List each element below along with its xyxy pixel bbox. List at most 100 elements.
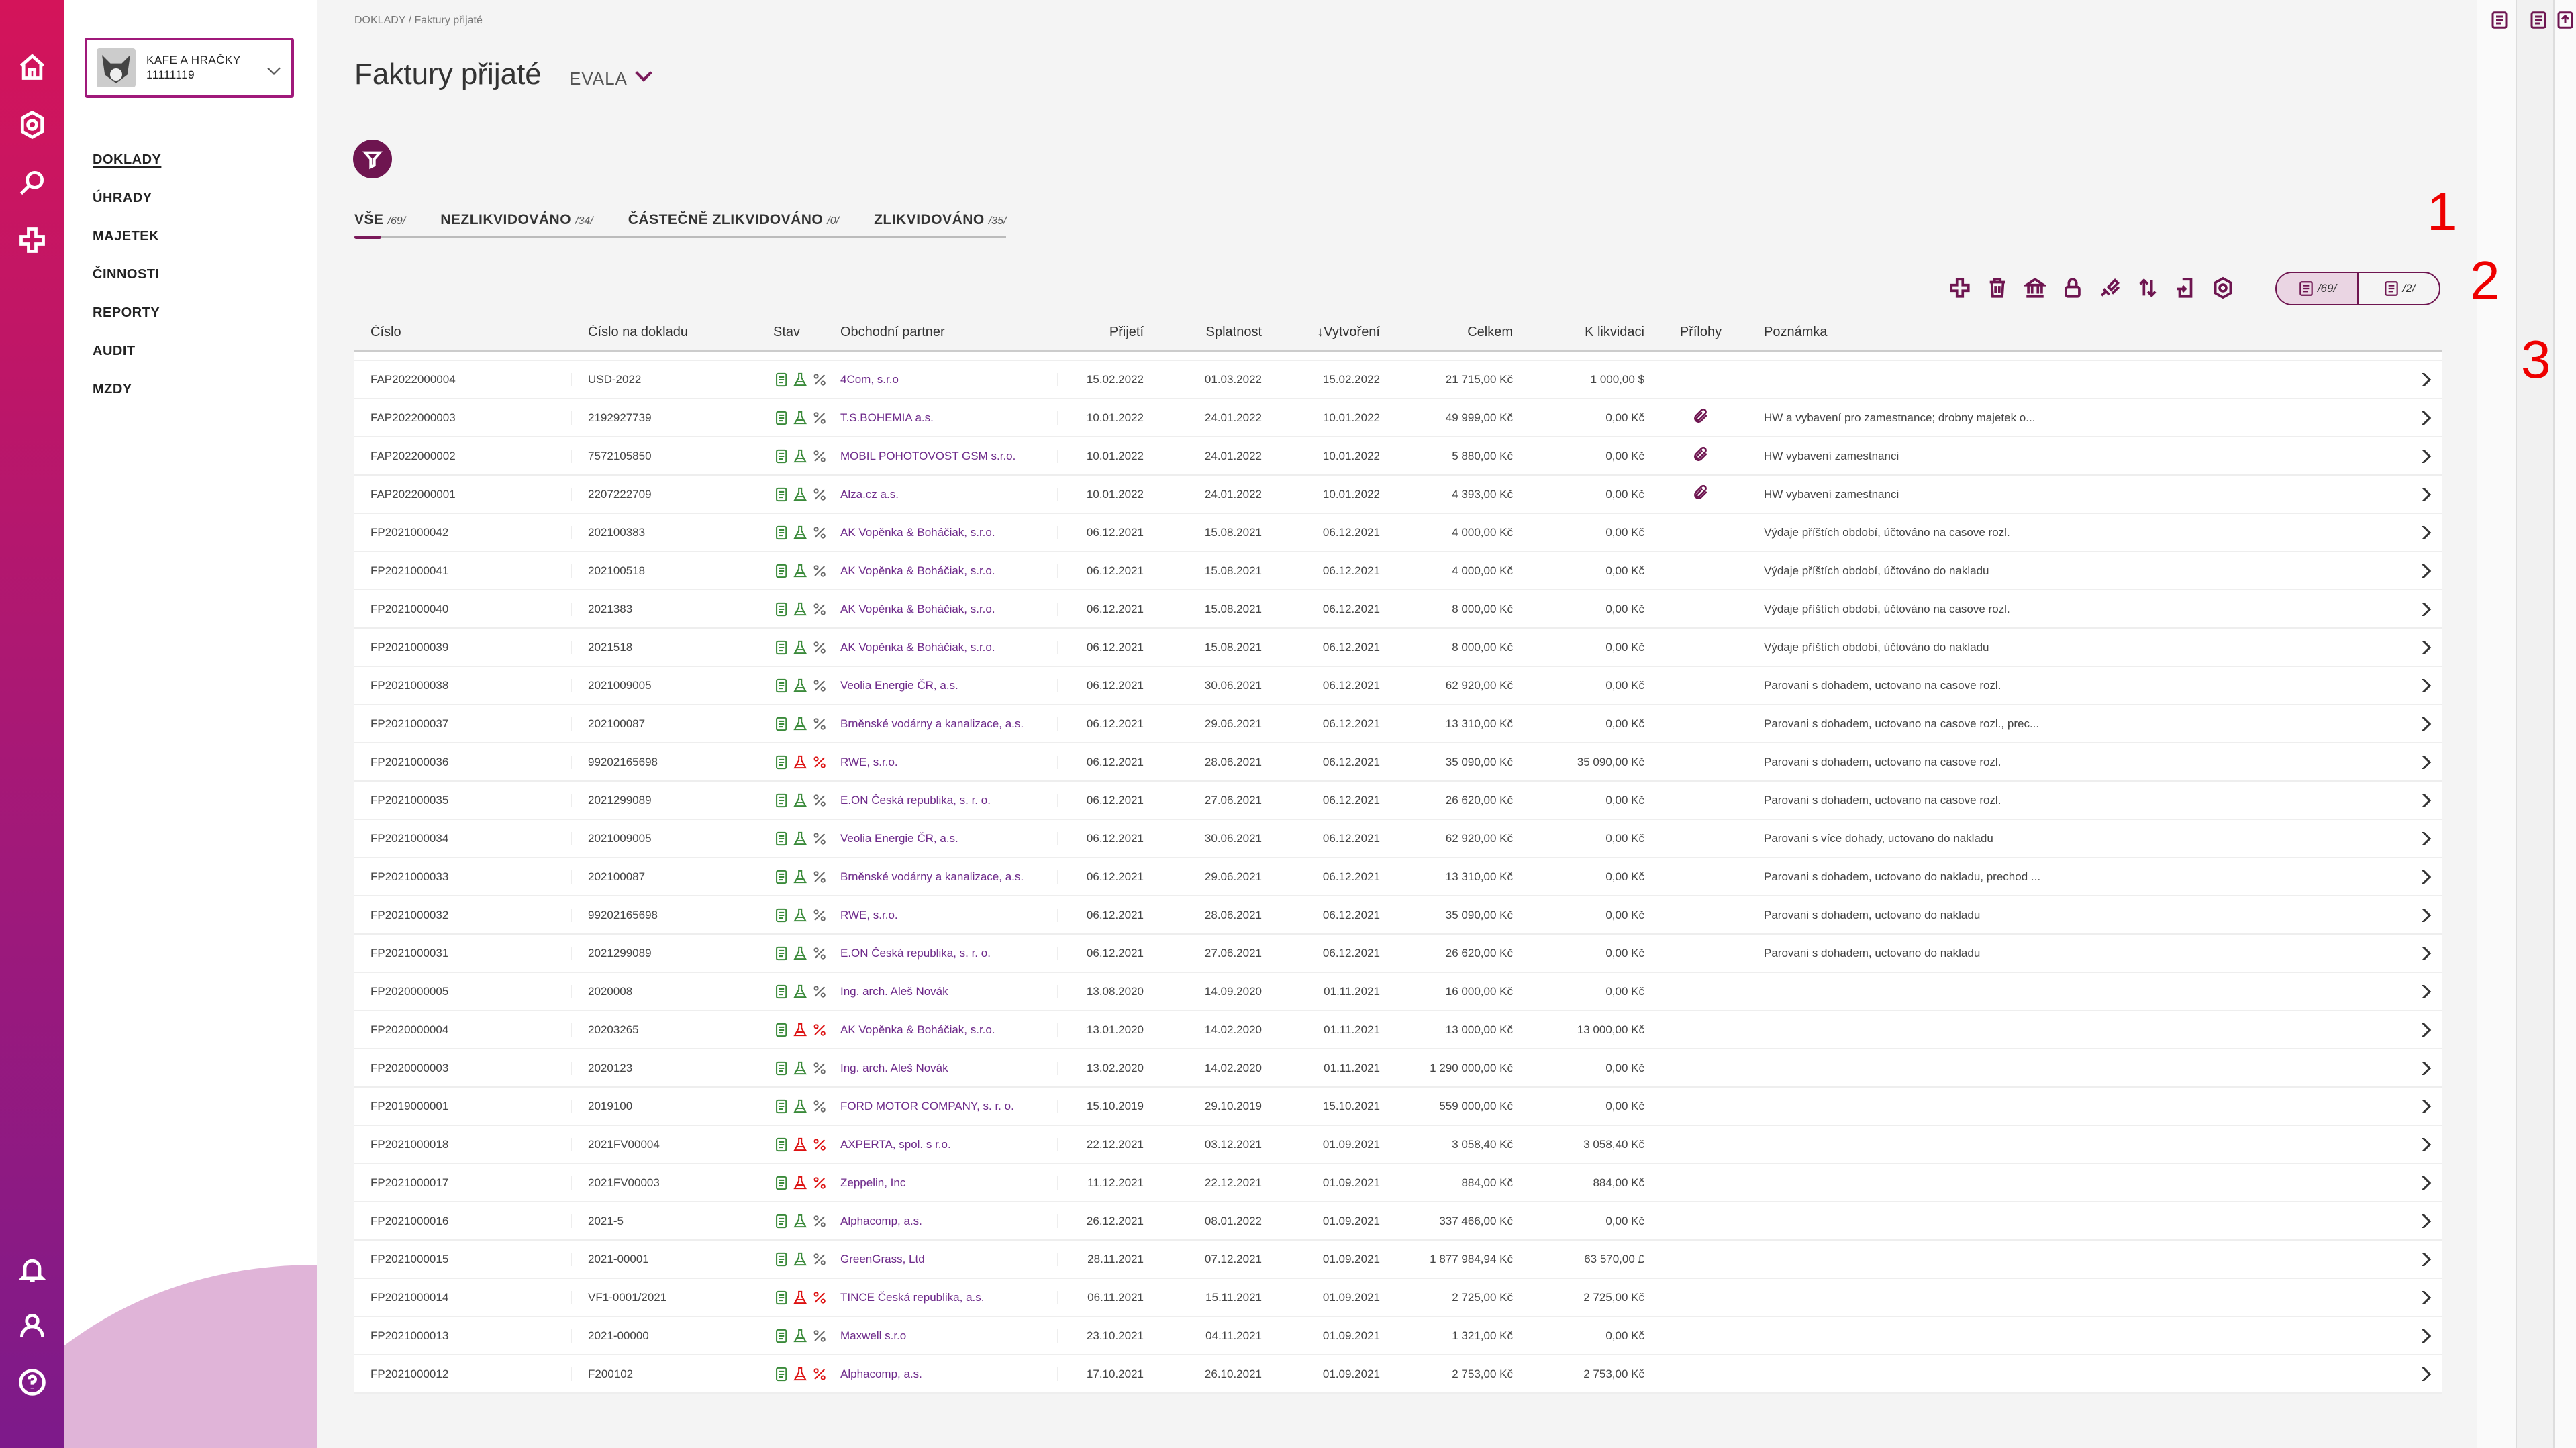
- table-row[interactable]: FAP2022000002 7572105850 MOBIL POHOTOVOST …: [354, 437, 2442, 476]
- chevron-right-icon[interactable]: [2412, 870, 2432, 884]
- row-open[interactable]: [2372, 1137, 2442, 1151]
- user-icon[interactable]: [16, 1310, 48, 1342]
- cell-partner[interactable]: T.S.BOHEMIA a.s.: [828, 411, 1058, 425]
- cell-partner[interactable]: GreenGrass, Ltd: [828, 1252, 1058, 1266]
- chevron-right-icon[interactable]: [2412, 487, 2432, 501]
- row-open[interactable]: [2372, 449, 2442, 463]
- row-open[interactable]: [2372, 1367, 2442, 1381]
- chevron-right-icon[interactable]: [2412, 793, 2432, 807]
- chevron-right-icon[interactable]: [2412, 678, 2432, 692]
- table-row[interactable]: FP2021000034 2021009005 Veolia Energie ČR,…: [354, 820, 2442, 858]
- chevron-down-icon[interactable]: [635, 64, 652, 82]
- nav-item-majetek[interactable]: MAJETEK: [93, 225, 161, 264]
- table-row[interactable]: FP2021000039 2021518 AK Vopěnka & Boháčiak…: [354, 629, 2442, 667]
- bell-icon[interactable]: [16, 1253, 48, 1286]
- col-cislo-na-dokladu[interactable]: Číslo na dokladu: [572, 325, 757, 340]
- col-prilohy[interactable]: Přílohy: [1654, 325, 1748, 340]
- side-panel-1[interactable]: [2477, 0, 2517, 1448]
- cell-partner[interactable]: Alza.cz a.s.: [828, 487, 1058, 501]
- chevron-right-icon[interactable]: [2412, 946, 2432, 960]
- chevron-right-icon[interactable]: [2412, 1367, 2432, 1381]
- chevron-right-icon[interactable]: [2412, 1214, 2432, 1228]
- row-open[interactable]: [2372, 793, 2442, 807]
- table-row[interactable]: FP2021000037 202100087 Brněnské vodárny a …: [354, 705, 2442, 743]
- home-icon[interactable]: [16, 51, 48, 83]
- table-row[interactable]: FP2021000041 202100518 AK Vopěnka & Boháči…: [354, 552, 2442, 590]
- table-row[interactable]: FP2021000015 2021-00001 GreenGrass, Ltd 28.…: [354, 1241, 2442, 1279]
- add-icon[interactable]: [16, 224, 48, 256]
- cell-prilohy[interactable]: [1654, 407, 1748, 428]
- nav-item-doklady[interactable]: DOKLADY: [93, 149, 161, 187]
- cell-partner[interactable]: Brněnské vodárny a kanalizace, a.s.: [828, 717, 1058, 731]
- nav-item-mzdy[interactable]: MZDY: [93, 378, 161, 417]
- row-open[interactable]: [2372, 564, 2442, 578]
- company-selector[interactable]: KAFE A HRAČKY 11111119: [85, 38, 294, 98]
- row-open[interactable]: [2372, 908, 2442, 922]
- table-row[interactable]: FP2021000014 VF1-0001/2021 TINCE Česká rep…: [354, 1279, 2442, 1317]
- cell-partner[interactable]: AK Vopěnka & Boháčiak, s.r.o.: [828, 1023, 1058, 1037]
- cell-partner[interactable]: Maxwell s.r.o: [828, 1329, 1058, 1343]
- cell-partner[interactable]: Veolia Energie ČR, a.s.: [828, 831, 1058, 845]
- chevron-right-icon[interactable]: [2412, 602, 2432, 616]
- cell-partner[interactable]: AXPERTA, spol. s r.o.: [828, 1137, 1058, 1151]
- row-open[interactable]: [2372, 487, 2442, 501]
- cell-partner[interactable]: AK Vopěnka & Boháčiak, s.r.o.: [828, 525, 1058, 539]
- col-splatnost[interactable]: Splatnost: [1153, 325, 1271, 340]
- cell-partner[interactable]: Ing. arch. Aleš Novák: [828, 984, 1058, 998]
- view-toggle-all[interactable]: /69/: [2277, 273, 2359, 304]
- cell-partner[interactable]: MOBIL POHOTOVOST GSM s.r.o.: [828, 449, 1058, 463]
- chevron-right-icon[interactable]: [2412, 1099, 2432, 1113]
- cell-partner[interactable]: AK Vopěnka & Boháčiak, s.r.o.: [828, 564, 1058, 578]
- cell-partner[interactable]: 4Com, s.r.o: [828, 372, 1058, 386]
- delete-button[interactable]: [1979, 271, 2016, 305]
- col-vytvoreni[interactable]: ↓Vytvoření: [1271, 325, 1389, 340]
- row-open[interactable]: [2372, 755, 2442, 769]
- row-open[interactable]: [2372, 640, 2442, 654]
- row-open[interactable]: [2372, 831, 2442, 845]
- tab-nezlikvidovano[interactable]: NEZLIKVIDOVÁNO/34/: [440, 212, 593, 236]
- chevron-right-icon[interactable]: [2412, 1329, 2432, 1343]
- col-k-likvidaci[interactable]: K likvidaci: [1522, 325, 1654, 340]
- row-open[interactable]: [2372, 1176, 2442, 1190]
- table-row[interactable]: FP2021000012 F200102 Alphacomp, a.s. 17.10.…: [354, 1355, 2442, 1394]
- document-icon[interactable]: [2525, 7, 2552, 34]
- cell-partner[interactable]: Brněnské vodárny a kanalizace, a.s.: [828, 870, 1058, 884]
- import-button[interactable]: [2167, 271, 2204, 305]
- table-row[interactable]: FP2021000031 2021299089 E.ON Česká republi…: [354, 935, 2442, 973]
- chevron-right-icon[interactable]: [2412, 525, 2432, 539]
- table-row[interactable]: FP2021000032 99202165698 RWE, s.r.o. 06.12.…: [354, 896, 2442, 935]
- row-open[interactable]: [2372, 717, 2442, 731]
- col-celkem[interactable]: Celkem: [1389, 325, 1522, 340]
- cell-partner[interactable]: E.ON Česká republika, s. r. o.: [828, 946, 1058, 960]
- table-row[interactable]: FP2021000016 2021-5 Alphacomp, a.s. 26.12.2…: [354, 1202, 2442, 1241]
- nav-item-uhrady[interactable]: ÚHRADY: [93, 187, 161, 225]
- row-open[interactable]: [2372, 525, 2442, 539]
- row-open[interactable]: [2372, 372, 2442, 386]
- table-row[interactable]: FP2021000040 2021383 AK Vopěnka & Boháčiak…: [354, 590, 2442, 629]
- table-row[interactable]: FP2021000018 2021FV00004 AXPERTA, spol. s …: [354, 1126, 2442, 1164]
- row-open[interactable]: [2372, 1023, 2442, 1037]
- cell-partner[interactable]: RWE, s.r.o.: [828, 755, 1058, 769]
- chevron-right-icon[interactable]: [2412, 564, 2432, 578]
- cell-partner[interactable]: AK Vopěnka & Boháčiak, s.r.o.: [828, 602, 1058, 616]
- table-row[interactable]: FP2020000003 2020123 Ing. arch. Aleš Novák…: [354, 1049, 2442, 1088]
- tab-vse[interactable]: VŠE/69/: [354, 212, 405, 239]
- bank-button[interactable]: [2016, 271, 2054, 305]
- cell-partner[interactable]: RWE, s.r.o.: [828, 908, 1058, 922]
- col-prijeti[interactable]: Přijetí: [1058, 325, 1153, 340]
- table-row[interactable]: FP2021000038 2021009005 Veolia Energie ČR,…: [354, 667, 2442, 705]
- row-open[interactable]: [2372, 984, 2442, 998]
- row-open[interactable]: [2372, 1290, 2442, 1304]
- tab-zlikvidovano[interactable]: ZLIKVIDOVÁNO/35/: [874, 212, 1006, 236]
- chevron-right-icon[interactable]: [2412, 755, 2432, 769]
- cell-partner[interactable]: E.ON Česká republika, s. r. o.: [828, 793, 1058, 807]
- search-icon[interactable]: [16, 166, 48, 199]
- table-row[interactable]: FP2021000036 99202165698 RWE, s.r.o. 06.12.…: [354, 743, 2442, 782]
- nav-item-audit[interactable]: AUDIT: [93, 340, 161, 378]
- cell-prilohy[interactable]: [1654, 446, 1748, 466]
- row-open[interactable]: [2372, 1214, 2442, 1228]
- cell-partner[interactable]: Alphacomp, a.s.: [828, 1214, 1058, 1228]
- table-row[interactable]: FP2019000001 2019100 FORD MOTOR COMPANY, s…: [354, 1088, 2442, 1126]
- side-panel-2[interactable]: [2517, 0, 2555, 1448]
- table-row[interactable]: FP2020000005 2020008 Ing. arch. Aleš Novák…: [354, 973, 2442, 1011]
